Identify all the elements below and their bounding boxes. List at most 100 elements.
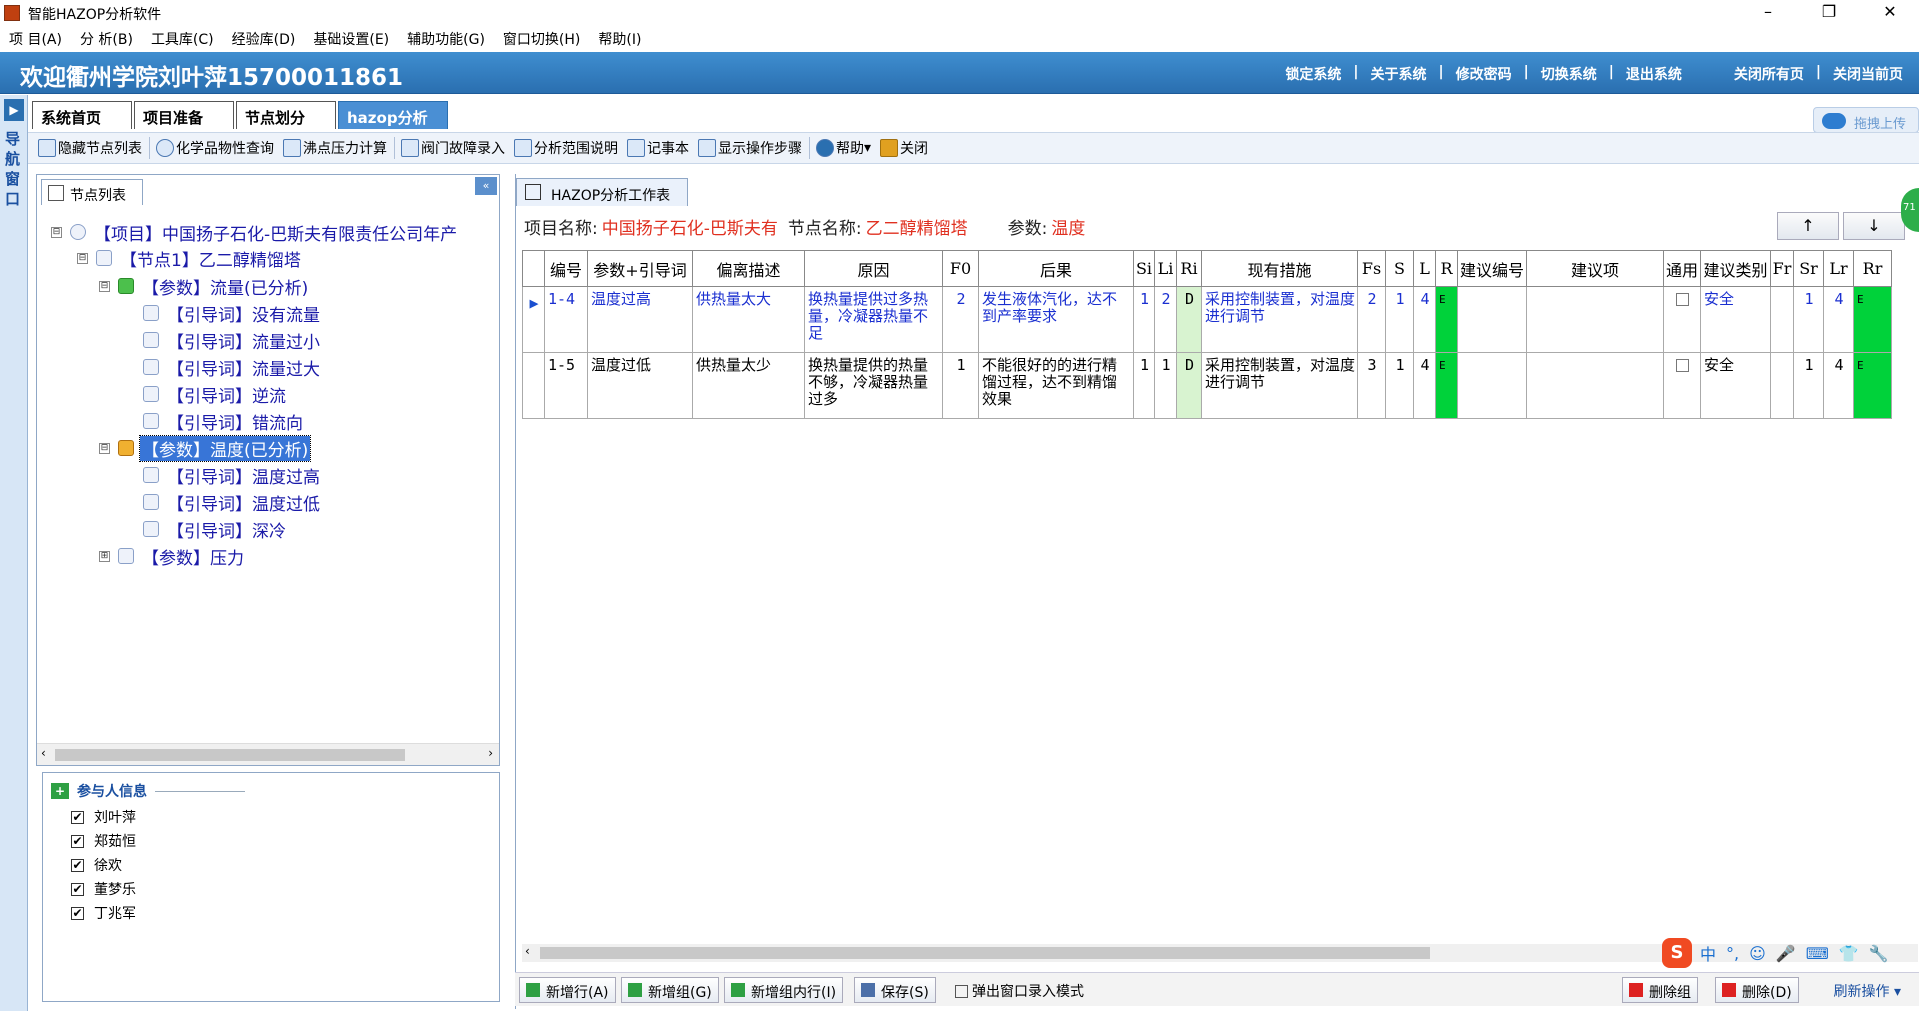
cell-consequence[interactable]: 不能很好的的进行精馏过程，达不到精馏效果 — [978, 352, 1134, 419]
column-header[interactable]: 现有措施 — [1201, 250, 1358, 287]
hide-node-list-button[interactable]: 隐藏节点列表 — [34, 134, 147, 162]
checkbox-checked-icon[interactable]: ✔ — [71, 834, 84, 848]
show-steps-button[interactable]: 显示操作步骤 — [694, 134, 807, 162]
cell-ri[interactable]: D — [1176, 286, 1202, 353]
valve-fault-button[interactable]: 阀门故障录入 — [397, 134, 510, 162]
tree-node-guideword[interactable]: 【引导词】温度过低 — [143, 489, 322, 515]
keyboard-icon[interactable]: ⌨ — [1806, 944, 1829, 963]
minimize-button[interactable]: – — [1743, 0, 1793, 26]
cell-sr[interactable]: 1 — [1793, 352, 1824, 419]
menu-settings[interactable]: 基础设置(E) — [304, 29, 398, 49]
tree-node-node1[interactable]: ⊟ 【节点1】乙二醇精馏塔 — [77, 245, 303, 271]
collapse-icon[interactable]: ⊟ — [99, 280, 110, 292]
cell-li[interactable]: 2 — [1154, 286, 1177, 353]
column-header[interactable]: 后果 — [978, 250, 1134, 287]
table-row[interactable]: ▶ 1-4 温度过高 供热量太大 换热量提供过多热量，冷凝器热量不足 2 发生液… — [522, 286, 1892, 353]
scrollbar-thumb[interactable] — [55, 749, 405, 761]
tree-node-param-flow[interactable]: ⊟ 【参数】流量(已分析) — [99, 273, 310, 299]
worksheet-tab[interactable]: HAZOP分析工作表 — [516, 178, 688, 206]
cell-cause[interactable]: 换热量提供过多热量，冷凝器热量不足 — [804, 286, 943, 353]
tab-node-division[interactable]: 节点划分 — [236, 101, 336, 129]
checkbox-checked-icon[interactable]: ✔ — [71, 858, 84, 872]
cell-deviation[interactable]: 供热量太少 — [692, 352, 805, 419]
drag-upload-button[interactable]: 拖拽上传 — [1813, 107, 1919, 133]
scroll-left-icon[interactable]: ‹ — [525, 944, 530, 958]
popup-mode-toggle[interactable]: 弹出窗口录入模式 — [955, 981, 1084, 1001]
column-header[interactable]: 原因 — [804, 250, 943, 287]
chinese-mode-icon[interactable]: 中 — [1700, 941, 1716, 965]
cell-rr[interactable]: E — [1853, 286, 1892, 353]
column-header[interactable]: 通用 — [1663, 250, 1701, 287]
cell-id[interactable]: 1-4 — [544, 286, 588, 353]
analysis-scope-button[interactable]: 分析范围说明 — [510, 134, 623, 162]
cell-s[interactable]: 1 — [1385, 352, 1414, 419]
switch-system-link[interactable]: 切换系统 — [1535, 64, 1603, 84]
cell-suggestion[interactable] — [1526, 286, 1664, 353]
tab-hazop-analysis[interactable]: hazop分析× — [338, 101, 448, 146]
cell-r[interactable]: E — [1435, 286, 1458, 353]
tree-node-guideword[interactable]: 【引导词】逆流 — [143, 381, 288, 407]
cell-si[interactable]: 1 — [1133, 352, 1155, 419]
cell-lr[interactable]: 4 — [1823, 352, 1854, 419]
change-password-link[interactable]: 修改密码 — [1450, 64, 1518, 84]
expand-icon[interactable]: ⊞ — [99, 550, 110, 562]
cell-fr[interactable] — [1770, 352, 1794, 419]
column-header[interactable]: 建议项 — [1526, 250, 1664, 287]
collapse-panel-button[interactable]: « — [475, 177, 497, 195]
punctuation-icon[interactable]: °, — [1726, 944, 1739, 963]
cell-fr[interactable] — [1770, 286, 1794, 353]
close-all-pages-link[interactable]: 关闭所有页 — [1728, 64, 1810, 84]
tree-node-guideword[interactable]: 【引导词】没有流量 — [143, 300, 322, 326]
participant-item[interactable]: ✔ 郑茹恒 — [71, 831, 136, 851]
participant-item[interactable]: ✔ 董梦乐 — [71, 879, 136, 899]
popup-mode-checkbox[interactable] — [955, 984, 968, 998]
general-checkbox[interactable] — [1676, 359, 1689, 372]
menu-window[interactable]: 窗口切换(H) — [494, 29, 589, 49]
cell-category[interactable]: 安全 — [1700, 286, 1771, 353]
lock-system-link[interactable]: 锁定系统 — [1279, 64, 1347, 84]
save-button[interactable]: 保存(S) — [854, 977, 936, 1003]
close-toolbar-button[interactable]: 关闭 — [876, 134, 933, 162]
tree-node-guideword[interactable]: 【引导词】温度过高 — [143, 462, 322, 488]
tree-node-guideword[interactable]: 【引导词】深冷 — [143, 516, 288, 542]
cell-suggestion-no[interactable] — [1457, 286, 1527, 353]
tree-node-project[interactable]: ⊟ 【项目】中国扬子石化-巴斯夫有限责任公司年产 — [51, 219, 459, 245]
column-header[interactable]: S — [1385, 250, 1414, 287]
column-header[interactable]: 参数+引导词 — [587, 250, 693, 287]
chemical-query-button[interactable]: 化学品物性查询 — [152, 134, 279, 162]
column-header[interactable]: 建议编号 — [1457, 250, 1527, 287]
cell-deviation[interactable]: 供热量太大 — [692, 286, 805, 353]
column-header[interactable]: Lr — [1823, 250, 1854, 287]
notepad-button[interactable]: 记事本 — [623, 134, 694, 162]
sogou-ime-icon[interactable]: S — [1662, 938, 1692, 968]
column-header[interactable]: L — [1413, 250, 1436, 287]
participant-item[interactable]: ✔ 丁兆军 — [71, 903, 136, 923]
cell-ri[interactable]: D — [1176, 352, 1202, 419]
cell-fs[interactable]: 2 — [1357, 286, 1386, 353]
cell-rr[interactable]: E — [1853, 352, 1892, 419]
column-header[interactable]: R — [1435, 250, 1458, 287]
cell-l[interactable]: 4 — [1413, 286, 1436, 353]
menu-experience[interactable]: 经验库(D) — [223, 29, 305, 49]
column-header[interactable]: Ri — [1176, 250, 1202, 287]
cell-li[interactable]: 1 — [1154, 352, 1177, 419]
column-header[interactable]: 编号 — [544, 250, 588, 287]
tree-node-guideword[interactable]: 【引导词】流量过小 — [143, 327, 322, 353]
column-header[interactable]: 建议类别 — [1700, 250, 1771, 287]
cell-si[interactable]: 1 — [1133, 286, 1155, 353]
scroll-right-icon[interactable]: › — [488, 746, 493, 760]
add-row-button[interactable]: 新增行(A) — [519, 977, 616, 1003]
delete-button[interactable]: 删除(D) — [1715, 977, 1799, 1003]
cell-cause[interactable]: 换热量提供的热量不够，冷凝器热量过多 — [804, 352, 943, 419]
column-header[interactable]: Si — [1133, 250, 1155, 287]
menu-help[interactable]: 帮助(I) — [589, 29, 650, 49]
participant-item[interactable]: ✔ 徐欢 — [71, 855, 122, 875]
emoji-icon[interactable]: ☺ — [1749, 944, 1766, 963]
column-header[interactable]: Fr — [1770, 250, 1794, 287]
cell-suggestion-no[interactable] — [1457, 352, 1527, 419]
cell-l[interactable]: 4 — [1413, 352, 1436, 419]
cell-general[interactable] — [1663, 352, 1701, 419]
cell-lr[interactable]: 4 — [1823, 286, 1854, 353]
cell-measures[interactable]: 采用控制装置，对温度进行调节 — [1201, 286, 1358, 353]
skin-icon[interactable]: 👕 — [1839, 944, 1859, 963]
